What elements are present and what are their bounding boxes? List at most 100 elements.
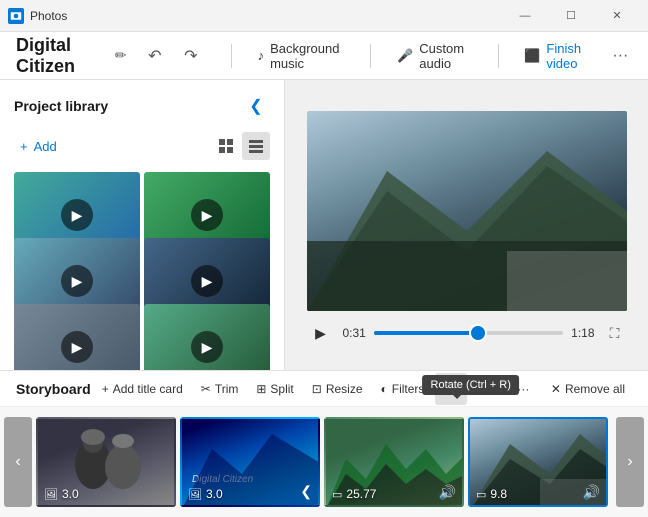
progress-fill xyxy=(374,331,478,335)
preview-play-button[interactable]: ▶ xyxy=(307,319,335,347)
media-item[interactable]: ▶ xyxy=(144,304,270,370)
strip-duration: 3.0 xyxy=(206,487,223,501)
strip-item[interactable]: 🖼 3.0 xyxy=(36,417,176,507)
media-item[interactable]: ▶ xyxy=(14,304,140,370)
video-preview xyxy=(307,111,627,311)
strip-nav-right[interactable]: › xyxy=(616,417,644,507)
toolbar-more-button[interactable]: ··· xyxy=(609,40,632,72)
fullscreen-button[interactable]: ⛶ xyxy=(603,321,627,345)
media-grid: ▶ ▶ ▶ ▶ ▶ ▶ xyxy=(0,168,284,370)
trim-button[interactable]: ✂ Trim xyxy=(194,378,246,400)
toolbar-divider-2 xyxy=(370,44,371,68)
audio-icon: 🔊 xyxy=(583,484,600,501)
preview-area: ▶ 0:31 1:18 ⛶ xyxy=(285,80,648,370)
video-icon: ▭ xyxy=(476,488,486,501)
add-icon: + xyxy=(20,139,28,154)
audio-icon: 🔊 xyxy=(439,484,456,501)
strip-nav-arrow: ❮ xyxy=(300,483,312,501)
remove-icon: ✕ xyxy=(551,382,561,396)
preview-controls: ▶ 0:31 1:18 ⛶ xyxy=(307,319,627,347)
storyboard-section: Storyboard + Add title card ✂ Trim ⊞ Spl… xyxy=(0,370,648,517)
rotate-icon: ↻ xyxy=(445,379,458,399)
redo-button[interactable]: ↷ xyxy=(175,40,207,72)
view-toggle-group xyxy=(212,132,270,160)
strip-duration: 9.8 xyxy=(490,487,507,501)
toolbar-divider-3 xyxy=(498,44,499,68)
play-overlay: ▶ xyxy=(61,199,93,231)
finish-video-label: Finish video xyxy=(546,41,590,71)
video-icon: ▭ xyxy=(332,488,342,501)
play-overlay: ▶ xyxy=(61,331,93,363)
close-button[interactable]: ✕ xyxy=(594,0,640,32)
filters-icon: ◐ xyxy=(381,382,388,396)
background-music-label: Background music xyxy=(270,41,344,71)
storyboard-strip: ‹ 🖼 3.0 Di xyxy=(0,407,648,517)
project-library-sidebar: Project library ❮ + Add xyxy=(0,80,285,370)
add-title-label: Add title card xyxy=(113,382,183,396)
list-view-button[interactable] xyxy=(242,132,270,160)
more-icon: ··· xyxy=(517,382,529,396)
split-label: Split xyxy=(270,382,293,396)
resize-label: Resize xyxy=(326,382,363,396)
strip-duration: 25.77 xyxy=(346,487,376,501)
content-area: Project library ❮ + Add xyxy=(0,80,648,370)
add-title-icon: + xyxy=(102,382,109,396)
filters-button[interactable]: ◐ Filters xyxy=(374,378,432,400)
filters-label: Filters xyxy=(392,382,425,396)
current-time: 0:31 xyxy=(343,326,366,340)
rotate-button[interactable]: ↻ xyxy=(435,373,467,405)
app-title: Photos xyxy=(30,9,502,23)
strip-item-label: ▭ 25.77 xyxy=(332,487,376,501)
image-icon: 🖼 xyxy=(44,488,58,501)
background-music-button[interactable]: ♪ Background music xyxy=(248,35,355,77)
play-overlay: ▶ xyxy=(191,199,223,231)
delete-icon: 🗑 xyxy=(480,382,495,396)
sidebar-collapse-button[interactable]: ❮ xyxy=(242,92,270,120)
delete-button[interactable]: 🗑 xyxy=(471,373,503,405)
finish-icon: ⬛ xyxy=(524,48,540,64)
resize-icon: ⊡ xyxy=(312,382,322,396)
storyboard-more-button[interactable]: ··· xyxy=(507,373,539,405)
undo-redo-group: ↶ ↷ xyxy=(139,40,207,72)
strip-nav-left[interactable]: ‹ xyxy=(4,417,32,507)
resize-button[interactable]: ⊡ Resize xyxy=(305,378,370,400)
split-icon: ⊞ xyxy=(256,382,266,396)
play-overlay: ▶ xyxy=(191,265,223,297)
add-media-button[interactable]: + Add xyxy=(14,135,63,158)
progress-bar[interactable] xyxy=(374,331,563,335)
strip-item-label: 🖼 3.0 xyxy=(44,487,79,501)
total-time: 1:18 xyxy=(571,326,594,340)
remove-all-button[interactable]: ✕ Remove all xyxy=(544,378,632,400)
add-label: Add xyxy=(34,139,57,154)
custom-audio-label: Custom audio xyxy=(419,41,471,71)
split-button[interactable]: ⊞ Split xyxy=(249,378,300,400)
play-overlay: ▶ xyxy=(61,265,93,297)
sidebar-toolbar: + Add xyxy=(0,128,284,168)
strip-item[interactable]: Digital Citizen ❮ 🖼 3.0 xyxy=(180,417,320,507)
window-controls: — ☐ ✕ xyxy=(502,0,640,32)
minimize-button[interactable]: — xyxy=(502,0,548,32)
custom-audio-button[interactable]: 🎤 Custom audio xyxy=(387,35,481,77)
storyboard-title: Storyboard xyxy=(16,381,91,397)
strip-item-label: 🖼 3.0 xyxy=(188,487,223,501)
maximize-button[interactable]: ☐ xyxy=(548,0,594,32)
project-title: Digital Citizen xyxy=(16,35,102,77)
undo-button[interactable]: ↶ xyxy=(139,40,171,72)
storyboard-actions-row: Storyboard + Add title card ✂ Trim ⊞ Spl… xyxy=(0,371,648,407)
strip-item-label: ▭ 9.8 xyxy=(476,487,507,501)
strip-item[interactable]: ▭ 25.77 🔊 xyxy=(324,417,464,507)
audio-icon: 🎤 xyxy=(397,48,413,64)
finish-video-button[interactable]: ⬛ Finish video xyxy=(514,35,601,77)
edit-title-button[interactable]: ✏ xyxy=(110,42,130,70)
add-title-card-button[interactable]: + Add title card xyxy=(95,378,190,400)
play-overlay: ▶ xyxy=(191,331,223,363)
image-icon: 🖼 xyxy=(188,488,202,501)
trim-label: Trim xyxy=(215,382,239,396)
app-icon xyxy=(8,8,24,24)
sidebar-header: Project library ❮ xyxy=(0,80,284,128)
titlebar: Photos — ☐ ✕ xyxy=(0,0,648,32)
grid-view-button[interactable] xyxy=(212,132,240,160)
trim-icon: ✂ xyxy=(201,382,211,396)
strip-item[interactable]: ▭ 9.8 🔊 xyxy=(468,417,608,507)
music-icon: ♪ xyxy=(258,48,265,63)
